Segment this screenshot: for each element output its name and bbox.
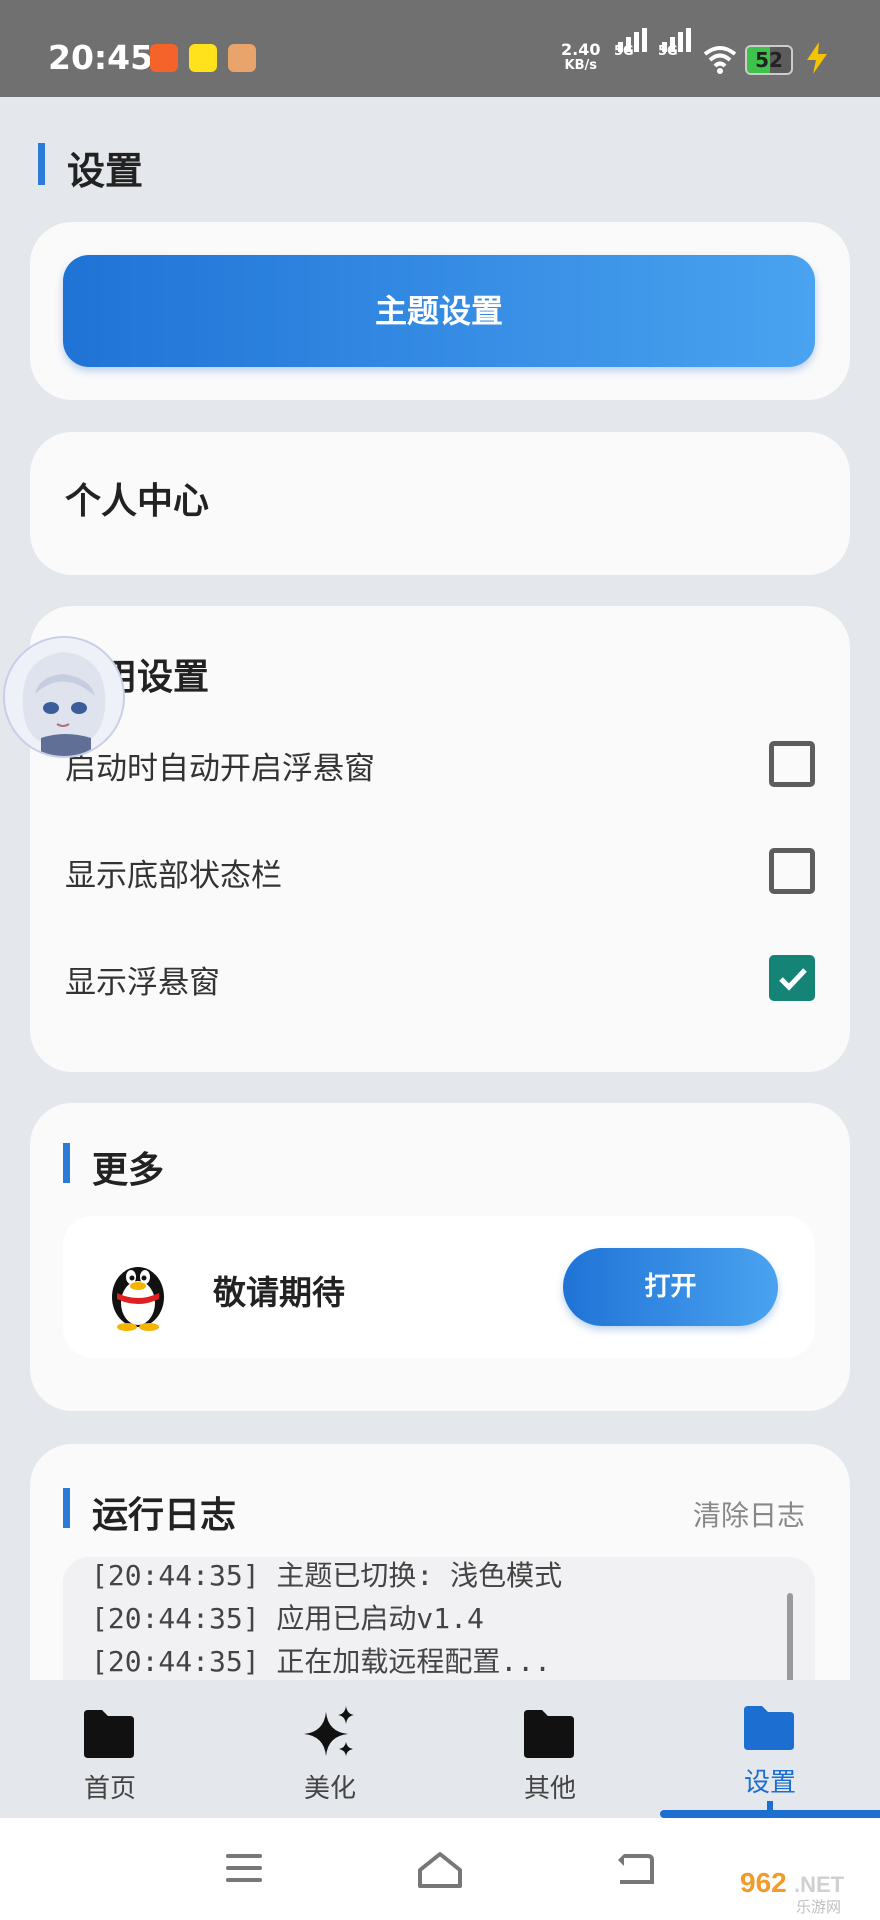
setting-label: 显示底部状态栏 xyxy=(65,858,282,894)
log-title: 运行日志 xyxy=(92,1495,237,1536)
svg-text:乐游网: 乐游网 xyxy=(796,1898,841,1916)
network-speed-unit: KB/s xyxy=(564,58,597,73)
nav-label: 美化 xyxy=(303,1774,356,1804)
home-icon[interactable] xyxy=(416,1850,464,1890)
section-accent-bar xyxy=(63,1143,70,1183)
battery-level: 52 xyxy=(755,48,783,72)
more-card: 更多 敬请期待 打开 xyxy=(30,1103,850,1411)
section-accent-bar xyxy=(63,1488,70,1528)
svg-text:962: 962 xyxy=(740,1867,787,1898)
checkmark-icon xyxy=(779,968,807,991)
profile-title: 个人中心 xyxy=(65,481,210,522)
setting-label: 启动时自动开启浮悬窗 xyxy=(65,751,375,787)
network-speed-value: 2.40 xyxy=(561,40,601,59)
nav-settings[interactable]: 设置 xyxy=(700,1680,840,1815)
wifi-icon xyxy=(703,46,737,74)
more-item: 敬请期待 打开 xyxy=(63,1216,815,1358)
setting-row-float-window[interactable]: 显示浮悬窗 xyxy=(65,947,815,1007)
nav-beautify[interactable]: 美化 xyxy=(260,1680,400,1815)
svg-text:.NET: .NET xyxy=(794,1872,845,1897)
bottom-nav: 首页 美化 其他 设置 xyxy=(0,1680,880,1815)
game-icon xyxy=(228,44,256,72)
bottom-bar-checkbox[interactable] xyxy=(769,848,815,894)
theme-settings-button[interactable]: 主题设置 xyxy=(63,255,815,367)
more-title: 更多 xyxy=(92,1150,165,1191)
log-line: [20:44:35] 主题已切换: 浅色模式 xyxy=(91,1559,563,1592)
theme-card: 主题设置 xyxy=(30,222,850,400)
site-watermark-logo: 962 .NET 乐游网 xyxy=(736,1862,876,1916)
clear-log-button[interactable]: 清除日志 xyxy=(693,1494,805,1534)
log-line: [20:44:35] 应用已启动v1.4 xyxy=(91,1602,484,1635)
page-title: 设置 xyxy=(67,149,144,193)
taobao-icon xyxy=(150,44,178,72)
auto-float-checkbox[interactable] xyxy=(769,741,815,787)
nav-other[interactable]: 其他 xyxy=(480,1680,620,1815)
float-window-checkbox[interactable] xyxy=(769,955,815,1001)
open-button[interactable]: 打开 xyxy=(563,1248,778,1326)
status-time: 20:45 xyxy=(48,38,154,77)
anime-avatar-icon xyxy=(5,638,123,756)
nav-active-indicator xyxy=(660,1810,880,1818)
menu-icon[interactable] xyxy=(224,1850,264,1886)
nav-home[interactable]: 首页 xyxy=(40,1680,180,1815)
charging-icon xyxy=(807,42,827,74)
battery-icon: 52 xyxy=(745,45,793,75)
setting-label: 显示浮悬窗 xyxy=(65,965,220,1001)
status-bar: 20:45 2.40 KB/s 5G 5G 52 xyxy=(0,0,880,97)
back-icon[interactable] xyxy=(612,1850,656,1888)
title-accent-bar xyxy=(38,143,45,185)
floating-avatar[interactable] xyxy=(3,636,125,758)
app-settings-card: 应用设置 启动时自动开启浮悬窗 显示底部状态栏 显示浮悬窗 xyxy=(30,606,850,1072)
folder-icon xyxy=(524,1710,574,1758)
nav-label: 设置 xyxy=(743,1768,796,1798)
sparkle-icon xyxy=(304,1706,354,1756)
more-item-label: 敬请期待 xyxy=(213,1273,345,1312)
profile-card[interactable]: 个人中心 xyxy=(30,432,850,575)
folder-icon xyxy=(744,1706,794,1750)
network-speed: 2.40 KB/s xyxy=(561,42,600,74)
setting-row-bottom-bar[interactable]: 显示底部状态栏 xyxy=(65,840,815,900)
qq-penguin-icon xyxy=(112,1267,164,1331)
nav-label: 其他 xyxy=(523,1774,576,1804)
xianyu-icon xyxy=(189,44,217,72)
folder-icon xyxy=(84,1710,134,1758)
setting-row-auto-float[interactable]: 启动时自动开启浮悬窗 xyxy=(65,733,815,793)
nav-label: 首页 xyxy=(83,1774,136,1804)
log-line: [20:44:35] 正在加载远程配置... xyxy=(91,1645,552,1678)
